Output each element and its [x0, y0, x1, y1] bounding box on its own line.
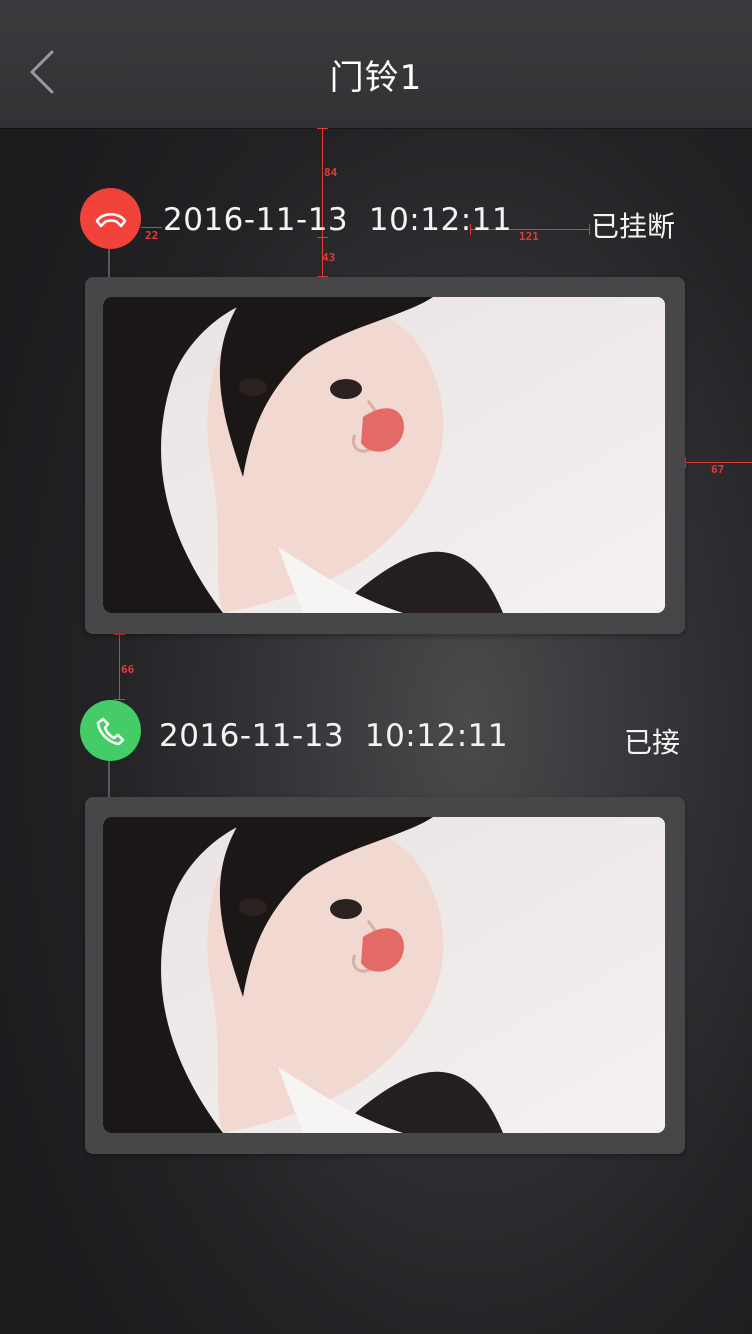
timeline-connector: [108, 249, 110, 279]
event-time: 2016-11-13 10:12:11: [159, 718, 509, 754]
measure-line: [685, 457, 686, 468]
measure-label: 84: [324, 166, 338, 179]
measure-label: 67: [711, 463, 725, 476]
snapshot-card[interactable]: [85, 277, 685, 634]
nav-bar: 门铃1: [0, 0, 752, 128]
visitor-snapshot[interactable]: [103, 817, 665, 1133]
hang-up-icon: [80, 188, 141, 249]
event-status: 已接: [623, 726, 680, 759]
visitor-photo: [103, 297, 665, 613]
page-title: 门铃1: [329, 58, 423, 98]
measure-line: [141, 227, 162, 228]
measure-label: 66: [121, 663, 135, 676]
event-time: 2016-11-13 10:12:11: [163, 202, 513, 238]
visitor-snapshot[interactable]: [103, 297, 665, 613]
measure-line: [317, 128, 328, 129]
event-status: 已挂断: [590, 210, 675, 243]
measure-label: 121: [519, 230, 539, 243]
measure-line: [119, 634, 120, 700]
phone-answered-icon: [80, 700, 141, 761]
snapshot-card[interactable]: [85, 797, 685, 1154]
visitor-photo: [103, 817, 665, 1133]
measure-label: 43: [322, 251, 336, 264]
measure-line: [114, 634, 125, 635]
timeline-connector: [108, 761, 110, 799]
measure-label: 22: [145, 229, 159, 242]
